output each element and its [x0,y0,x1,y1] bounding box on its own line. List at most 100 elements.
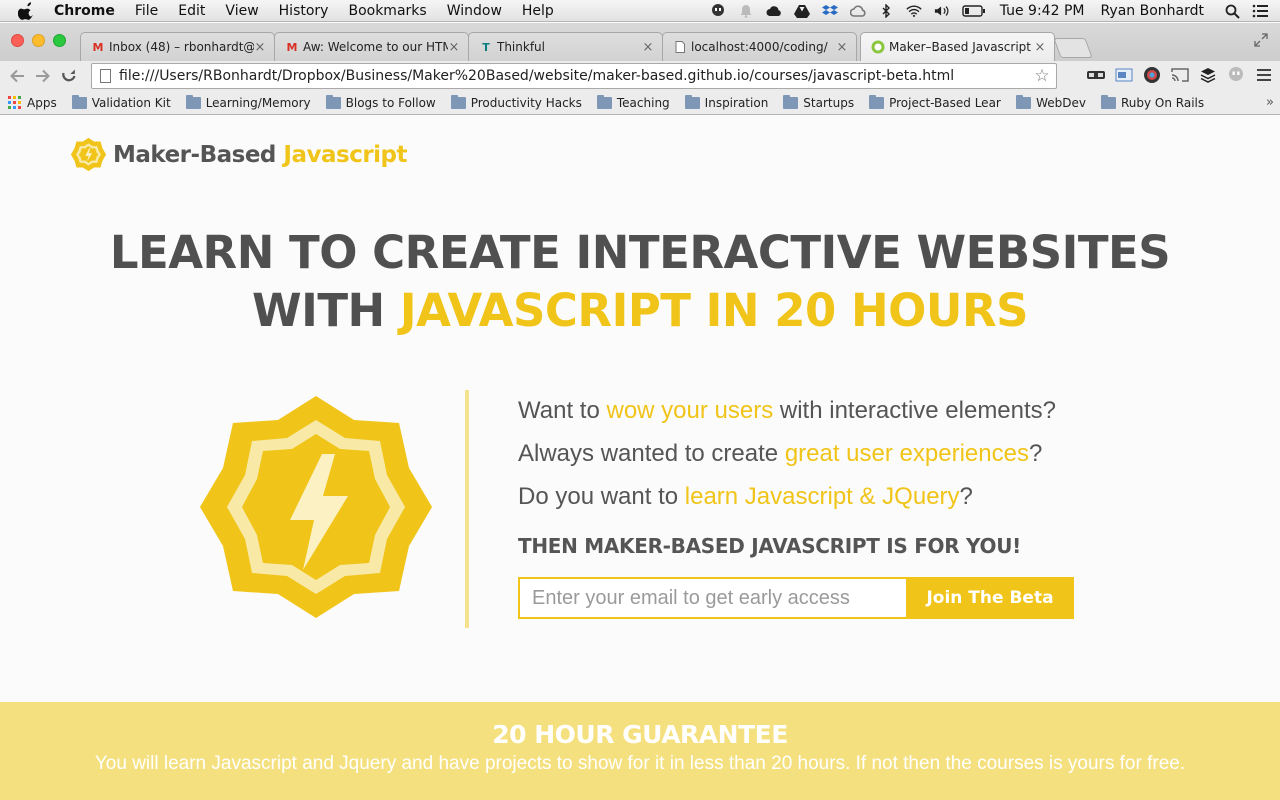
bluetooth-icon[interactable] [878,3,894,19]
address-bar[interactable]: file:///Users/RBonhardt/Dropbox/Business… [91,63,1057,89]
tab-inbox[interactable]: M Inbox (48) – rbonhardt@gr × [80,32,275,61]
logo-product: Javascript [283,141,408,168]
chrome-menu-icon[interactable] [1254,65,1274,85]
window-close-button[interactable] [11,34,24,47]
tab-thinkful[interactable]: T Thinkful × [468,32,663,61]
bookmark-folder-startups[interactable]: Startups [783,94,855,110]
bookmarks-overflow-chevron-icon[interactable]: » [1266,95,1274,110]
bookmark-folder-webdev[interactable]: WebDev [1016,94,1086,110]
folder-icon [450,94,466,109]
bookmark-label: Ruby On Rails [1120,95,1205,110]
pitch-questions: Want to wow your users with interactive … [518,394,1056,523]
pitch-text: with interactive elements? [779,397,1057,424]
bookmark-label: Startups [803,95,855,110]
fullscreen-icon[interactable] [1254,33,1268,47]
bookmark-folder-validation-kit[interactable]: Validation Kit [71,94,171,110]
forward-arrow-icon [36,69,50,83]
forward-button[interactable] [30,64,56,88]
call-to-action-heading: THEN MAKER-BASED JAVASCRIPT IS FOR YOU! [518,534,1021,558]
cast-extension-icon[interactable] [1170,65,1190,85]
google-drive-icon[interactable] [793,3,810,19]
lightning-badge-icon [70,137,107,172]
tab-localhost[interactable]: localhost:4000/coding/ × [662,32,857,61]
tab-welcome-email[interactable]: M Aw: Welcome to our HTML × [274,32,469,61]
apple-menu-icon[interactable] [18,1,36,20]
menu-file[interactable]: File [135,3,158,19]
battery-icon[interactable] [961,3,986,19]
volume-icon[interactable] [934,3,950,19]
dropbox-icon[interactable] [821,3,838,19]
back-button[interactable] [4,64,30,88]
bookmark-star-icon[interactable]: ☆ [1032,66,1052,86]
cloud-icon[interactable] [766,3,782,19]
bookmark-label: Project-Based Learni [889,95,1002,110]
pitch-text: Do you want to [518,483,679,510]
bookmark-folder-blogs[interactable]: Blogs to Follow [325,94,436,110]
incognito-extension-icon[interactable] [1086,65,1106,85]
logo-brand: Maker-Based [113,141,276,168]
gmail-icon: M [92,40,104,54]
pitch-text: ? [959,483,973,510]
menu-bar-status-area: Tue 9:42 PM Ryan Bonhardt [704,0,1280,22]
pitch-text: Want to [518,397,600,424]
guarantee-title: 20 HOUR GUARANTEE [492,720,788,749]
bookmark-folder-teaching[interactable]: Teaching [596,94,670,110]
email-input[interactable] [518,577,906,619]
tab-maker-based-javascript[interactable]: Maker–Based Javascript × [860,32,1055,61]
notification-bell-icon[interactable] [738,3,754,19]
tab-title: localhost:4000/coding/ [691,40,828,54]
window-controls [11,34,66,47]
back-arrow-icon [10,69,24,83]
hangouts-icon[interactable] [710,3,726,19]
vertical-divider [465,390,469,628]
tab-close-icon[interactable]: × [836,40,848,55]
window-minimize-button[interactable] [32,34,45,47]
site-logo[interactable]: Maker-Based Javascript [70,136,408,173]
hangouts-extension-icon[interactable] [1226,65,1246,85]
folder-icon [783,94,799,109]
menu-edit[interactable]: Edit [178,3,205,19]
menu-view[interactable]: View [225,3,258,19]
tab-close-icon[interactable]: × [1034,40,1046,55]
menu-bookmarks[interactable]: Bookmarks [348,3,426,19]
folder-icon [185,94,201,109]
user-account-name[interactable]: Ryan Bonhardt [1100,3,1204,19]
bookmark-label: Teaching [616,95,670,110]
bookmark-label: Validation Kit [91,95,171,110]
creative-cloud-icon[interactable] [849,3,866,19]
buffer-extension-icon[interactable] [1198,65,1218,85]
spotlight-search-icon[interactable] [1224,3,1240,19]
bookmark-folder-ruby-on-rails[interactable]: Ruby On Rails [1100,94,1205,110]
tab-close-icon[interactable]: × [448,40,460,55]
bookmark-apps[interactable]: Apps [0,96,57,110]
bookmark-folder-productivity[interactable]: Productivity Hacks [450,94,582,110]
hero-headline: LEARN TO CREATE INTERACTIVE WEBSITES WIT… [0,224,1280,340]
macos-menu-bar: Chrome File Edit View History Bookmarks … [0,0,1280,22]
menu-window[interactable]: Window [447,3,502,19]
screenshot-extension-icon[interactable] [1114,65,1134,85]
bookmark-folder-learning-memory[interactable]: Learning/Memory [185,94,311,110]
new-tab-button[interactable] [1053,38,1093,58]
menu-help[interactable]: Help [522,3,554,19]
reload-button[interactable] [56,64,82,88]
color-picker-extension-icon[interactable] [1142,65,1162,85]
folder-icon [71,94,87,109]
bookmark-label: Inspiration [704,95,769,110]
clock[interactable]: Tue 9:42 PM [1000,3,1085,19]
join-beta-button[interactable]: Join The Beta [906,577,1074,619]
wifi-icon[interactable] [906,3,922,19]
menu-app-name[interactable]: Chrome [54,3,115,19]
headline-line-2-plain: WITH [251,284,385,337]
notification-center-icon[interactable] [1252,3,1268,19]
menu-history[interactable]: History [279,3,329,19]
window-zoom-button[interactable] [53,34,66,47]
bookmark-folder-inspiration[interactable]: Inspiration [684,94,769,110]
tab-close-icon[interactable]: × [642,40,654,55]
tab-close-icon[interactable]: × [254,40,266,55]
url-text[interactable]: file:///Users/RBonhardt/Dropbox/Business… [119,68,1032,84]
bookmark-folder-project-based[interactable]: Project-Based Learni [869,94,1002,110]
bookmark-label: Blogs to Follow [345,95,436,110]
web-page: Maker-Based Javascript LEARN TO CREATE I… [0,116,1280,800]
tab-title: Aw: Welcome to our HTML [303,40,448,54]
tab-title: Thinkful [497,40,545,54]
